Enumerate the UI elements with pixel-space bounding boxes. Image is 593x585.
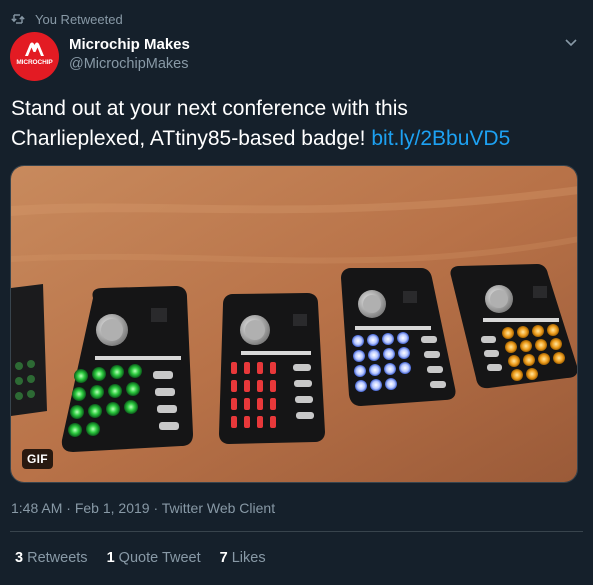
quotes-count: 1 bbox=[106, 550, 115, 566]
likes-stat[interactable]: 7 Likes bbox=[220, 550, 266, 566]
quote-tweets-stat[interactable]: 1 Quote Tweet bbox=[107, 550, 201, 566]
tweet-text: Stand out at your next conference with t… bbox=[11, 94, 583, 154]
tweet-date[interactable]: Feb 1, 2019 bbox=[75, 500, 150, 516]
tweet-stats: 3 Retweets 1 Quote Tweet 7 Likes bbox=[15, 550, 285, 566]
tweet-client[interactable]: Twitter Web Client bbox=[162, 500, 275, 516]
author-handle[interactable]: @MicrochipMakes bbox=[69, 56, 188, 72]
divider bbox=[10, 531, 583, 532]
retweet-label: You Retweeted bbox=[35, 11, 123, 27]
retweets-label: Retweets bbox=[27, 550, 88, 566]
quotes-label: Quote Tweet bbox=[118, 550, 201, 566]
tweet-time[interactable]: 1:48 AM bbox=[11, 500, 62, 516]
retweet-context: You Retweeted bbox=[11, 10, 123, 28]
tweet-link[interactable]: bit.ly/2BbuVD5 bbox=[371, 127, 510, 150]
tweet-meta: 1:48 AM · Feb 1, 2019 · Twitter Web Clie… bbox=[11, 500, 275, 516]
chevron-down-icon[interactable] bbox=[564, 36, 578, 48]
tweet-media[interactable]: GIF bbox=[10, 165, 578, 483]
retweets-count: 3 bbox=[15, 550, 24, 566]
microchip-logo-icon bbox=[25, 42, 44, 56]
retweets-stat[interactable]: 3 Retweets bbox=[15, 550, 88, 566]
likes-count: 7 bbox=[219, 550, 228, 566]
retweet-icon bbox=[11, 14, 25, 24]
meta-separator: · bbox=[149, 500, 162, 516]
author-display-name[interactable]: Microchip Makes bbox=[69, 36, 190, 53]
tweet-text-line1: Stand out at your next conference with t… bbox=[11, 97, 408, 120]
gif-badge: GIF bbox=[22, 449, 53, 469]
meta-separator: · bbox=[62, 500, 75, 516]
photo-of-led-badges bbox=[11, 166, 577, 482]
likes-label: Likes bbox=[231, 550, 266, 566]
tweet-text-line2: Charlieplexed, ATtiny85-based badge! bbox=[11, 127, 372, 150]
avatar[interactable]: MICROCHIP bbox=[10, 32, 59, 81]
avatar-logo-text: MICROCHIP bbox=[16, 59, 53, 66]
